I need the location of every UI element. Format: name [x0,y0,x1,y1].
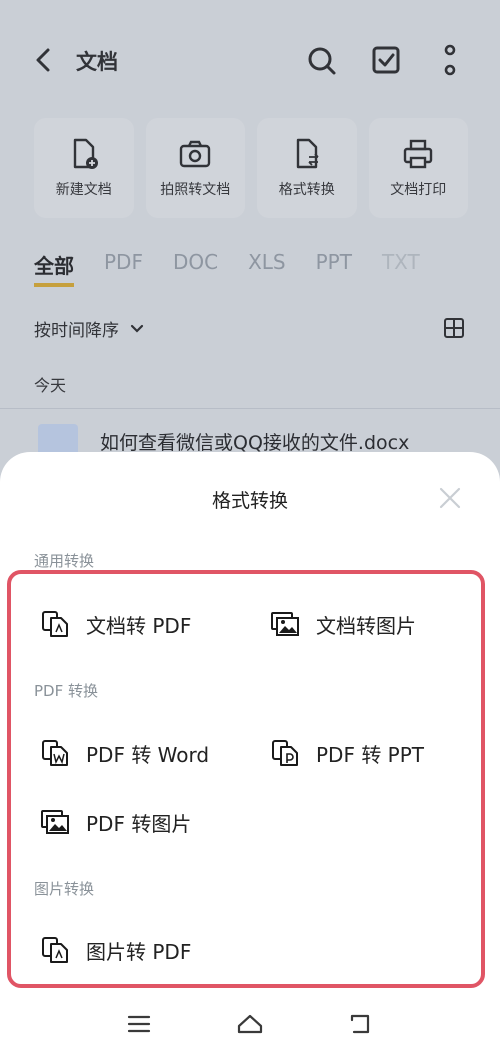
image-to-pdf-option[interactable]: 图片转 PDF [40,935,191,965]
option-label: 图片转 PDF [86,939,192,964]
option-label: PDF 转 PPT [316,742,425,767]
home-icon[interactable] [236,1010,264,1038]
option-label: 文档转图片 [316,613,416,638]
option-label: PDF 转 Word [86,742,210,767]
menu-icon[interactable] [125,1010,153,1038]
back-nav-icon[interactable] [346,1010,374,1038]
image-icon [271,612,299,636]
option-label: 文档转 PDF [86,613,192,638]
pdf-to-ppt-option[interactable]: PDF 转 PPT [270,738,424,768]
sheet-title: 格式转换 [211,490,288,512]
image-pdf-icon [42,937,68,963]
doc-to-image-option[interactable]: 文档转图片 [270,609,416,639]
pdf-to-image-option[interactable]: PDF 转图片 [40,807,191,837]
close-icon[interactable] [438,486,462,510]
image-icon [41,810,69,834]
pdf-to-word-option[interactable]: PDF 转 Word [40,738,209,768]
option-label: PDF 转图片 [86,811,192,836]
section-general: 通用转换 [34,552,95,570]
system-nav-bar [0,1004,500,1049]
section-pdf: PDF 转换 [34,682,98,700]
ppt-doc-icon [272,740,298,766]
section-image: 图片转换 [34,880,95,898]
doc-pdf-icon [42,611,68,637]
format-convert-sheet: 格式转换 通用转换 文档转 PDF 文档转图片 PDF 转换 PDF 转 Wor… [0,452,500,1049]
word-doc-icon [42,740,68,766]
doc-to-pdf-option[interactable]: 文档转 PDF [40,609,191,639]
